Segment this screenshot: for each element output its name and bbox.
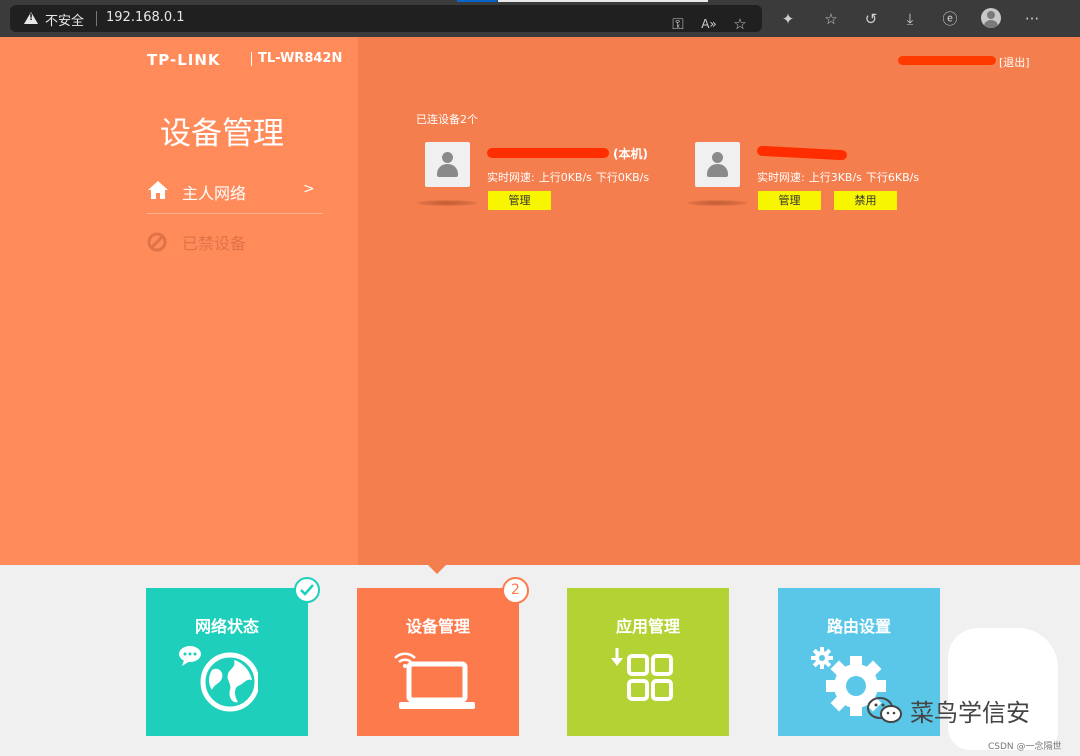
watermark: 菜鸟学信安 [866, 693, 1030, 728]
redacted-device-name [756, 145, 848, 161]
address-bar[interactable]: 不安全 192.168.0.1 ⚿ A» ☆ [10, 5, 762, 33]
page-title: 设备管理 [160, 116, 284, 152]
laptop-wifi-icon [394, 652, 475, 709]
block-button[interactable]: 禁用 [834, 191, 897, 210]
device-avatar-icon [425, 142, 470, 187]
tile-network-status[interactable]: 网络状态 [146, 588, 308, 736]
router-model: TL-WR842N [258, 51, 343, 66]
device-shadow [417, 200, 477, 206]
download-speed: 下行6KB/s [865, 171, 920, 184]
tab-indicator-light [498, 0, 708, 2]
warning-icon [24, 12, 38, 24]
history-icon[interactable]: ↺ [858, 0, 884, 37]
logout-link[interactable]: [退出] [999, 54, 1030, 70]
device-count-badge: 2 [502, 577, 529, 604]
manage-button[interactable]: 管理 [758, 191, 821, 210]
extensions-icon[interactable]: ✦ [775, 0, 801, 37]
device-shadow [687, 200, 747, 206]
upload-speed: 上行3KB/s [808, 171, 862, 184]
profile-icon[interactable] [981, 8, 1001, 28]
ban-icon [147, 232, 167, 252]
watermark-text: 菜鸟学信安 [910, 699, 1030, 727]
url-text[interactable]: 192.168.0.1 [106, 10, 185, 25]
cover-patch [948, 628, 1058, 750]
tile-label: 路由设置 [826, 617, 891, 636]
credit-text: CSDN @一念隔世 [988, 742, 1062, 752]
download-speed: 下行0KB/s [595, 171, 650, 184]
active-tab-pointer [428, 565, 446, 574]
globe-chat-icon [179, 646, 258, 712]
sidebar-item-label: 已禁设备 [182, 234, 247, 253]
apps-grid-icon [611, 648, 673, 701]
redacted-device-name [487, 148, 609, 158]
speed-label: 实时网速: [487, 171, 535, 184]
insecure-label[interactable]: 不安全 [45, 10, 84, 29]
ie-mode-icon[interactable]: ⓔ [937, 0, 963, 37]
wechat-icon [867, 696, 902, 723]
brand-logo: TP-LINK [147, 51, 221, 69]
browser-toolbar: 不安全 192.168.0.1 ⚿ A» ☆ ✦ ☆ ↺ ⤓ ⓔ ··· [0, 0, 1080, 37]
home-icon [148, 181, 168, 199]
tab-indicator [457, 0, 497, 2]
status-ok-badge [294, 577, 320, 603]
speed-label: 实时网速: [757, 171, 805, 184]
sidebar-item-host-network[interactable]: 主人网络 > [147, 170, 323, 214]
download-icon[interactable]: ⤓ [897, 0, 923, 37]
tile-label: 设备管理 [405, 617, 470, 636]
sidebar-item-label: 主人网络 [182, 184, 247, 203]
connected-count: 已连设备2个 [416, 113, 478, 126]
brand-separator [251, 52, 252, 66]
check-icon [300, 584, 314, 596]
favorites-icon[interactable]: ☆ [818, 0, 844, 37]
tile-label: 应用管理 [615, 617, 680, 636]
local-device-tag: (本机) [613, 147, 648, 161]
device-card: (本机) 实时网速: 上行0KB/s 下行0KB/s 管理 [417, 142, 685, 222]
device-card: 实时网速: 上行3KB/s 下行6KB/s 管理 禁用 [687, 142, 955, 222]
redacted-username [898, 56, 996, 65]
device-avatar-icon [695, 142, 740, 187]
tile-device-management[interactable]: 设备管理 [357, 588, 519, 736]
address-separator [96, 11, 97, 26]
tile-label: 网络状态 [194, 617, 259, 636]
sidebar-item-blocked-devices[interactable]: 已禁设备 [147, 220, 323, 264]
device-speed: 实时网速: 上行0KB/s 下行0KB/s [487, 169, 653, 185]
more-icon[interactable]: ··· [1019, 0, 1045, 37]
manage-button[interactable]: 管理 [488, 191, 551, 210]
chevron-right-icon: > [303, 181, 315, 197]
device-speed: 实时网速: 上行3KB/s 下行6KB/s [757, 169, 923, 185]
tile-app-management[interactable]: 应用管理 [567, 588, 729, 736]
upload-speed: 上行0KB/s [538, 171, 592, 184]
